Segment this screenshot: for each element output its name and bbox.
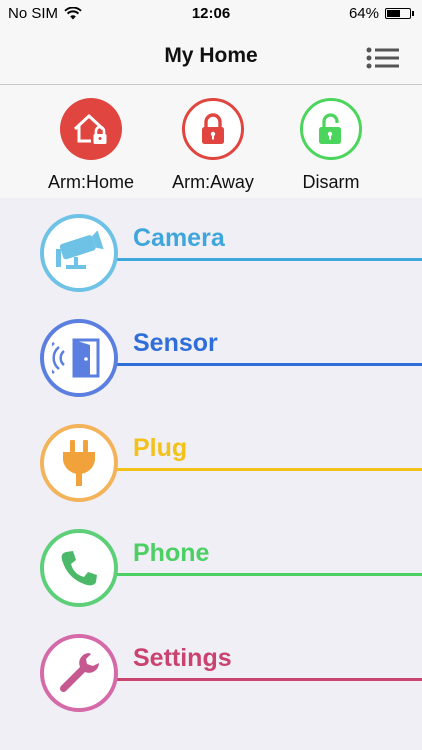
arm-home-circle [60,98,122,160]
battery-fill [387,10,400,17]
phone-icon [61,551,97,586]
arm-home-button[interactable]: Arm:Home [31,98,151,193]
camera-divider [112,258,422,261]
menu-item-camera[interactable]: Camera [0,208,422,298]
unlocked-padlock-icon [319,113,341,144]
sensor-icon-circle [40,319,118,397]
battery-percent: 64% [348,5,379,22]
plug-icon [63,440,95,486]
device-menu-list: Camera Sensor Plug Phone Settings [0,198,422,750]
menu-item-label: Sensor [133,329,218,357]
menu-item-phone[interactable]: Phone [0,523,422,613]
arm-away-label: Arm:Away [172,172,254,192]
padlock-icon [202,113,224,144]
phone-icon-circle [40,529,118,607]
disarm-button[interactable]: Disarm [271,98,391,193]
plug-icon-circle [40,424,118,502]
arm-home-label: Arm:Home [47,172,134,192]
battery-indicator: 64% [349,5,414,22]
settings-divider [112,678,422,681]
list-menu-icon [366,47,399,69]
status-bar: No SIM 12:06 64% [0,0,422,28]
page-title: My Home [164,44,258,67]
navigation-bar: My Home [0,28,422,85]
camera-icon [56,231,104,269]
battery-tip [412,11,414,16]
disarm-circle [300,98,362,160]
arm-away-button[interactable]: Arm:Away [153,98,273,193]
menu-item-label: Camera [133,224,225,252]
wrench-icon [59,653,99,693]
battery-icon [385,8,411,19]
camera-icon-circle [40,214,118,292]
menu-item-label: Plug [133,434,188,462]
menu-item-label: Settings [133,644,232,672]
menu-item-plug[interactable]: Plug [0,418,422,508]
sensor-divider [112,363,422,366]
menu-item-settings[interactable]: Settings [0,628,422,718]
settings-icon-circle [40,634,118,712]
menu-button[interactable] [366,46,400,70]
plug-divider [112,468,422,471]
home-lock-icon [73,114,107,144]
arm-mode-bar: Arm:Home Arm:Away Disarm [0,85,422,198]
door-sensor-icon [52,338,100,378]
phone-divider [112,573,422,576]
arm-away-circle [182,98,244,160]
menu-item-label: Phone [133,539,210,567]
menu-item-sensor[interactable]: Sensor [0,313,422,403]
disarm-label: Disarm [302,172,360,192]
